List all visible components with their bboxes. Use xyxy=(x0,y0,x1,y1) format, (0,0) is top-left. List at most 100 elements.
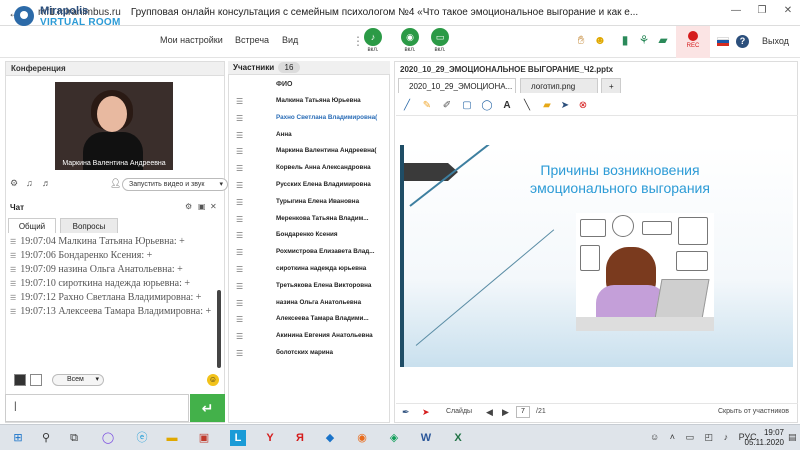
emotion-icon[interactable]: ☻ xyxy=(592,33,608,47)
tab-general[interactable]: Общий xyxy=(8,218,56,233)
app-icon[interactable]: ◈ xyxy=(386,430,402,446)
participant-row[interactable]: ☰ Анна xyxy=(232,128,387,145)
maximize-icon[interactable]: ❐ xyxy=(756,5,768,16)
menu-icon[interactable]: ☰ xyxy=(236,265,243,274)
menu-icon[interactable]: ☰ xyxy=(236,332,243,341)
popout-icon[interactable]: ▣ xyxy=(198,202,206,211)
excel-icon[interactable]: X xyxy=(450,430,466,446)
add-tab-button[interactable]: + xyxy=(601,78,621,93)
participant-row[interactable]: ☰ назина Ольга Анатольевна xyxy=(232,296,387,313)
bg-color-swatch[interactable] xyxy=(30,374,42,386)
camera-settings-icon[interactable]: ⚙︎ xyxy=(10,178,18,189)
recipient-select[interactable]: Всем ▾ xyxy=(52,374,104,386)
menu-icon[interactable]: ☰ xyxy=(236,181,243,190)
menu-view[interactable]: Вид xyxy=(282,35,298,45)
menu-icon[interactable]: ☰ xyxy=(236,349,243,358)
folder-icon[interactable]: ▰ xyxy=(655,33,671,47)
menu-my-settings[interactable]: Мои настройки xyxy=(160,35,223,45)
app-icon[interactable]: ◆ xyxy=(322,430,338,446)
participant-row[interactable]: ☰ Маркина Валентина Андреевна( xyxy=(232,144,387,161)
stats-icon[interactable]: ▮ xyxy=(617,33,633,47)
circle-icon[interactable]: ◯ xyxy=(480,99,494,113)
app-l-icon[interactable]: L xyxy=(230,430,246,446)
participant-row[interactable]: ☰ Рохмистрова Елизавета Влад... xyxy=(232,245,387,262)
clock[interactable]: 19:07 05.11.2020 xyxy=(740,428,784,448)
notifications-icon[interactable]: ▤ xyxy=(788,432,797,443)
search-icon[interactable]: ⚲ xyxy=(38,430,54,446)
next-slide-icon[interactable]: ▶ xyxy=(502,407,509,418)
tab-questions[interactable]: Вопросы xyxy=(60,218,118,233)
gear-icon[interactable]: ⚙︎ xyxy=(185,202,192,211)
menu-icon[interactable]: ☰ xyxy=(236,147,243,156)
participant-row[interactable]: ☰ Турыгина Елена Ивановна xyxy=(232,195,387,212)
participant-row[interactable]: ☰ Бондаренко Ксения xyxy=(232,228,387,245)
prev-slide-icon[interactable]: ◀ xyxy=(486,407,493,418)
language-flag-icon[interactable] xyxy=(717,37,729,46)
edge-icon[interactable]: ⓔ xyxy=(134,430,150,446)
participant-row[interactable]: ☰ сироткина надежда юрьевна xyxy=(232,262,387,279)
microphone-toggle[interactable]: ♪ вкл. xyxy=(361,28,385,53)
emoji-icon[interactable]: ☺ xyxy=(207,374,219,386)
audio-settings-icon[interactable]: ♬ xyxy=(42,178,51,188)
start-video-button[interactable]: Запустить видео и звук ▾ xyxy=(122,178,228,191)
participant-row[interactable]: ☰ Акинина Евгения Анатольевна xyxy=(232,329,387,346)
participant-row[interactable]: ☰ Третьякова Елена Викторовна xyxy=(232,279,387,296)
menu-icon[interactable]: ☰ xyxy=(236,164,243,173)
text-color-swatch[interactable] xyxy=(14,374,26,386)
help-icon[interactable]: ? xyxy=(736,35,749,48)
send-button[interactable]: ↵ xyxy=(190,394,225,422)
close-icon[interactable]: ✕ xyxy=(782,5,794,16)
rectangle-icon[interactable]: ▢ xyxy=(460,99,474,113)
slide-canvas[interactable]: Причины возникновения эмоционального выг… xyxy=(400,145,793,367)
participant-row[interactable]: ☰ Рахно Светлана Владимировна( xyxy=(232,111,387,128)
raise-hand-icon[interactable]: ✋︎ xyxy=(573,33,589,48)
exit-button[interactable]: Выход xyxy=(762,36,789,46)
hide-from-participants-button[interactable]: Скрыть от участников xyxy=(718,408,789,415)
task-view-icon[interactable]: ⧉ xyxy=(66,430,82,446)
chat-input[interactable]: | xyxy=(5,394,189,422)
participant-row[interactable]: ☰ Малкина Татьяна Юрьевна xyxy=(232,94,387,111)
yandex-browser-icon[interactable]: Y xyxy=(262,430,278,446)
column-header-name[interactable]: ФИО xyxy=(276,81,292,88)
participant-row[interactable]: ☰ болотских марина xyxy=(232,346,387,363)
windows-start-icon[interactable]: ⊞ xyxy=(10,430,26,446)
line-icon[interactable]: ╲ xyxy=(520,99,534,113)
menu-icon[interactable]: ☰ xyxy=(236,215,243,224)
eraser-icon[interactable]: ✐ xyxy=(440,99,454,113)
chat-log[interactable]: 19:07:04 Малкина Татьяна Юрьевна: + 19:0… xyxy=(8,235,216,365)
user-tray-icon[interactable]: ☺ xyxy=(650,432,659,442)
yandex-icon[interactable]: Я xyxy=(292,430,308,446)
camera-toggle[interactable]: ◉ вкл. xyxy=(398,28,422,53)
chevron-up-icon[interactable]: ˄ xyxy=(670,432,675,442)
participant-row[interactable]: ☰ Корвель Анна Александровна xyxy=(232,161,387,178)
record-button[interactable]: REC xyxy=(676,26,710,58)
menu-icon[interactable]: ☰ xyxy=(236,231,243,240)
fill-icon[interactable]: ▰ xyxy=(540,99,554,113)
battery-icon[interactable]: ▭ xyxy=(686,432,695,442)
clear-icon[interactable]: ⊗ xyxy=(576,99,590,113)
tab-presentation-file[interactable]: 2020_10_29_ЭМОЦИОНА... xyxy=(398,78,516,93)
menu-icon[interactable]: ☰ xyxy=(236,131,243,140)
text-tool-icon[interactable]: A xyxy=(500,99,514,113)
store-icon[interactable]: ▣ xyxy=(196,430,212,446)
menu-meeting[interactable]: Встреча xyxy=(235,35,269,45)
menu-icon[interactable]: ☰ xyxy=(236,97,243,106)
page-number-input[interactable]: 7 xyxy=(516,406,530,418)
firefox-icon[interactable]: ◉ xyxy=(354,430,370,446)
pointer-pen-icon[interactable]: ✒︎ xyxy=(402,407,410,418)
participant-row[interactable]: ☰ Алексеева Тамара Владими... xyxy=(232,312,387,329)
screen-share-toggle[interactable]: ▭ вкл. xyxy=(428,28,452,53)
menu-icon[interactable]: ☰ xyxy=(236,114,243,123)
mic-settings-icon[interactable]: ♫ xyxy=(26,178,33,188)
slides-label[interactable]: Слайды xyxy=(446,408,472,415)
video-feed[interactable]: Маркина Валентина Андреевна xyxy=(55,82,173,170)
participant-row[interactable]: ☰ Меренкова Татьяна Владим... xyxy=(232,212,387,229)
alice-icon[interactable]: ◯ xyxy=(100,430,116,446)
menu-icon[interactable]: ☰ xyxy=(236,248,243,257)
cursor-icon[interactable]: ➤ xyxy=(558,99,572,113)
marker-icon[interactable]: ✎ xyxy=(420,99,434,113)
volume-icon[interactable]: ♪ xyxy=(724,432,729,442)
laser-pointer-icon[interactable]: ➤ xyxy=(422,407,430,418)
chat-scrollbar[interactable] xyxy=(217,290,221,368)
menu-icon[interactable]: ☰ xyxy=(236,315,243,324)
